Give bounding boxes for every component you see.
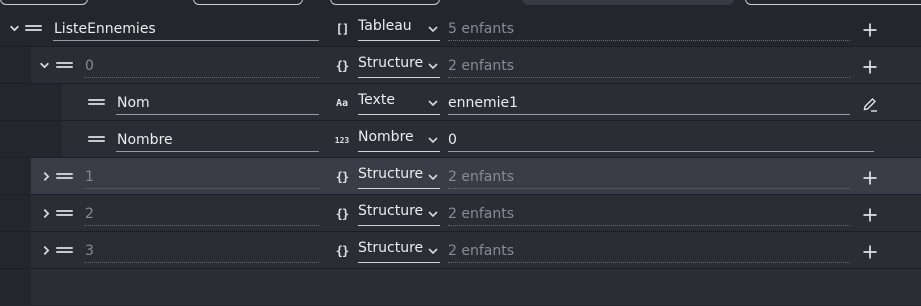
plus-icon <box>863 208 877 222</box>
number-type-icon: 123 <box>334 135 350 145</box>
chevron-down-icon <box>428 248 438 255</box>
drag-handle-icon[interactable] <box>25 25 42 31</box>
drag-handle-icon[interactable] <box>56 62 73 68</box>
add-child-button[interactable] <box>860 242 880 262</box>
tree-row-item-2[interactable]: 2 {} Structure 2 enfants <box>0 195 921 232</box>
struct-type-icon: {} <box>335 170 349 184</box>
drag-handle-icon[interactable] <box>88 136 105 142</box>
plus-icon <box>863 60 877 74</box>
chevron-down-icon <box>428 174 438 181</box>
drag-handle-icon[interactable] <box>56 247 73 253</box>
toolbar-button[interactable] <box>0 0 88 5</box>
index-field[interactable]: 2 <box>84 204 319 226</box>
text-type-icon: Aa <box>335 97 349 109</box>
tree-row-nom[interactable]: Nom Aa Texte ennemie1 <box>0 84 921 121</box>
top-toolbar-remnant <box>0 0 921 6</box>
children-count: 5 enfants <box>448 19 850 41</box>
drag-handle-icon[interactable] <box>56 210 73 216</box>
drag-handle-icon[interactable] <box>88 99 105 105</box>
add-child-button[interactable] <box>860 205 880 225</box>
type-select[interactable]: Nombre <box>358 128 440 152</box>
type-select-label: Structure <box>358 166 424 182</box>
value-field[interactable]: 0 <box>448 130 874 152</box>
chevron-down-icon <box>428 26 438 33</box>
chevron-down-icon <box>428 100 438 107</box>
tree-row-item-3[interactable]: 3 {} Structure 2 enfants <box>0 232 921 269</box>
type-select[interactable]: Structure <box>358 239 440 263</box>
struct-type-icon: {} <box>335 244 349 258</box>
edit-icon <box>863 98 877 112</box>
value-field[interactable]: ennemie1 <box>448 93 850 115</box>
drag-handle-icon[interactable] <box>56 173 73 179</box>
tree-row-item-0[interactable]: 0 {} Structure 2 enfants <box>0 47 921 84</box>
type-select[interactable]: Structure <box>358 54 440 78</box>
array-type-icon: [] <box>335 22 349 36</box>
plus-icon <box>863 171 877 185</box>
add-child-button[interactable] <box>860 20 880 40</box>
edit-button[interactable] <box>860 94 880 114</box>
chevron-right-icon[interactable] <box>38 167 54 185</box>
type-select-label: Structure <box>358 55 424 71</box>
type-select[interactable]: Structure <box>358 165 440 189</box>
chevron-down-icon <box>428 211 438 218</box>
index-field[interactable]: 0 <box>84 56 319 78</box>
index-field[interactable]: 3 <box>84 241 319 263</box>
children-count: 2 enfants <box>448 241 850 263</box>
children-count: 2 enfants <box>448 204 850 226</box>
toolbar-button[interactable] <box>330 0 440 5</box>
chevron-down-icon[interactable] <box>36 56 52 74</box>
chevron-down-icon <box>428 137 438 144</box>
chevron-down-icon <box>428 63 438 70</box>
type-select-label: Nombre <box>358 129 414 145</box>
chevron-right-icon[interactable] <box>38 241 54 259</box>
type-select-label: Structure <box>358 203 424 219</box>
type-select[interactable]: Texte <box>358 91 440 115</box>
struct-type-icon: {} <box>335 59 349 73</box>
name-field[interactable]: ListeEnnemies <box>53 19 319 41</box>
struct-type-icon: {} <box>335 207 349 221</box>
tree-row-partial[interactable] <box>0 269 921 306</box>
name-field[interactable]: Nombre <box>116 130 319 152</box>
type-select-label: Tableau <box>358 18 412 34</box>
toolbar-button[interactable] <box>193 0 303 5</box>
tree-row-liste-ennemies[interactable]: ListeEnnemies [] Tableau 5 enfants <box>0 10 921 47</box>
type-select-label: Structure <box>358 240 424 256</box>
toolbar-field[interactable] <box>522 0 734 5</box>
name-field[interactable]: Nom <box>116 93 319 115</box>
tree-row-nombre[interactable]: Nombre 123 Nombre 0 <box>0 121 921 158</box>
add-child-button[interactable] <box>860 168 880 188</box>
type-select[interactable]: Structure <box>358 202 440 226</box>
plus-icon <box>863 245 877 259</box>
children-count: 2 enfants <box>448 56 850 78</box>
children-count: 2 enfants <box>448 167 850 189</box>
chevron-down-icon[interactable] <box>6 19 22 37</box>
plus-icon <box>863 23 877 37</box>
toolbar-button[interactable] <box>745 0 921 5</box>
type-select[interactable]: Tableau <box>358 17 440 41</box>
type-select-label: Texte <box>358 92 395 108</box>
tree-row-item-1[interactable]: 1 {} Structure 2 enfants <box>0 158 921 195</box>
index-field[interactable]: 1 <box>84 167 319 189</box>
chevron-right-icon[interactable] <box>38 204 54 222</box>
add-child-button[interactable] <box>860 57 880 77</box>
